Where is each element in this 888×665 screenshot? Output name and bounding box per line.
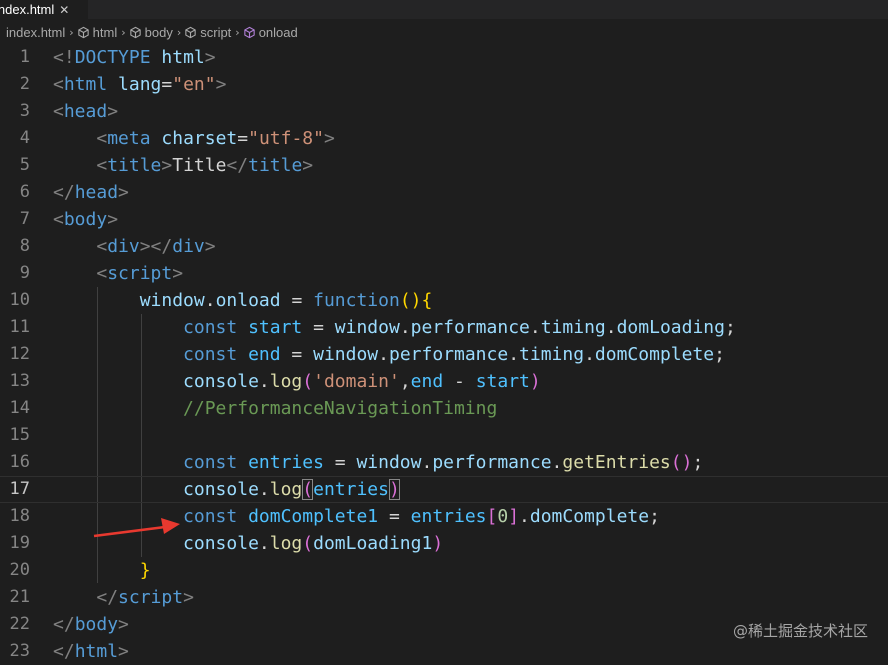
annotation-arrow — [93, 518, 180, 538]
watermark: @稀土掘金技术社区 — [732, 622, 868, 640]
